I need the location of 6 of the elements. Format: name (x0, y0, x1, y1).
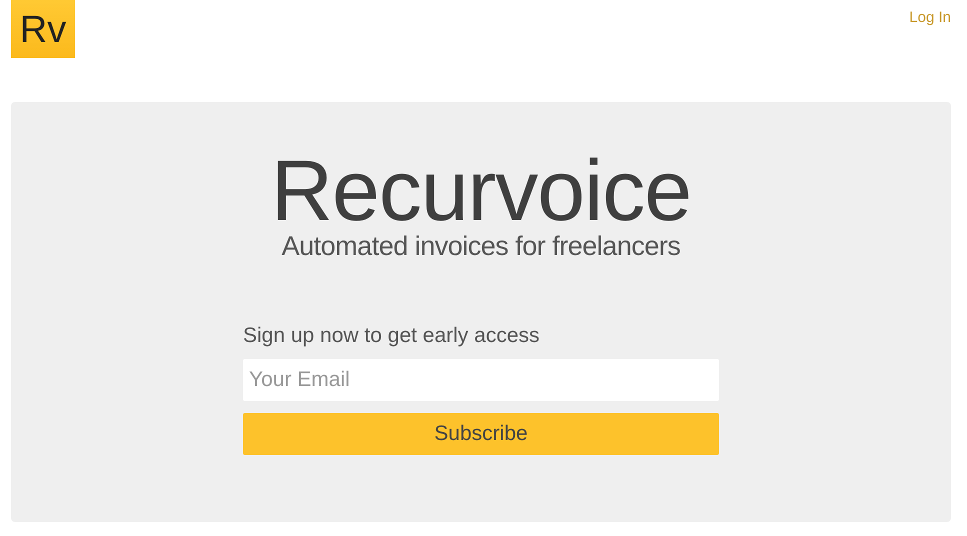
signup-label: Sign up now to get early access (243, 324, 541, 348)
email-field[interactable]: Your Email (243, 359, 719, 401)
tagline: Automated invoices for freelancers (282, 231, 680, 262)
product-title: Recurvoice (270, 148, 692, 234)
logo[interactable]: Rv (11, 0, 75, 58)
subscribe-button[interactable]: Subscribe (243, 413, 719, 455)
